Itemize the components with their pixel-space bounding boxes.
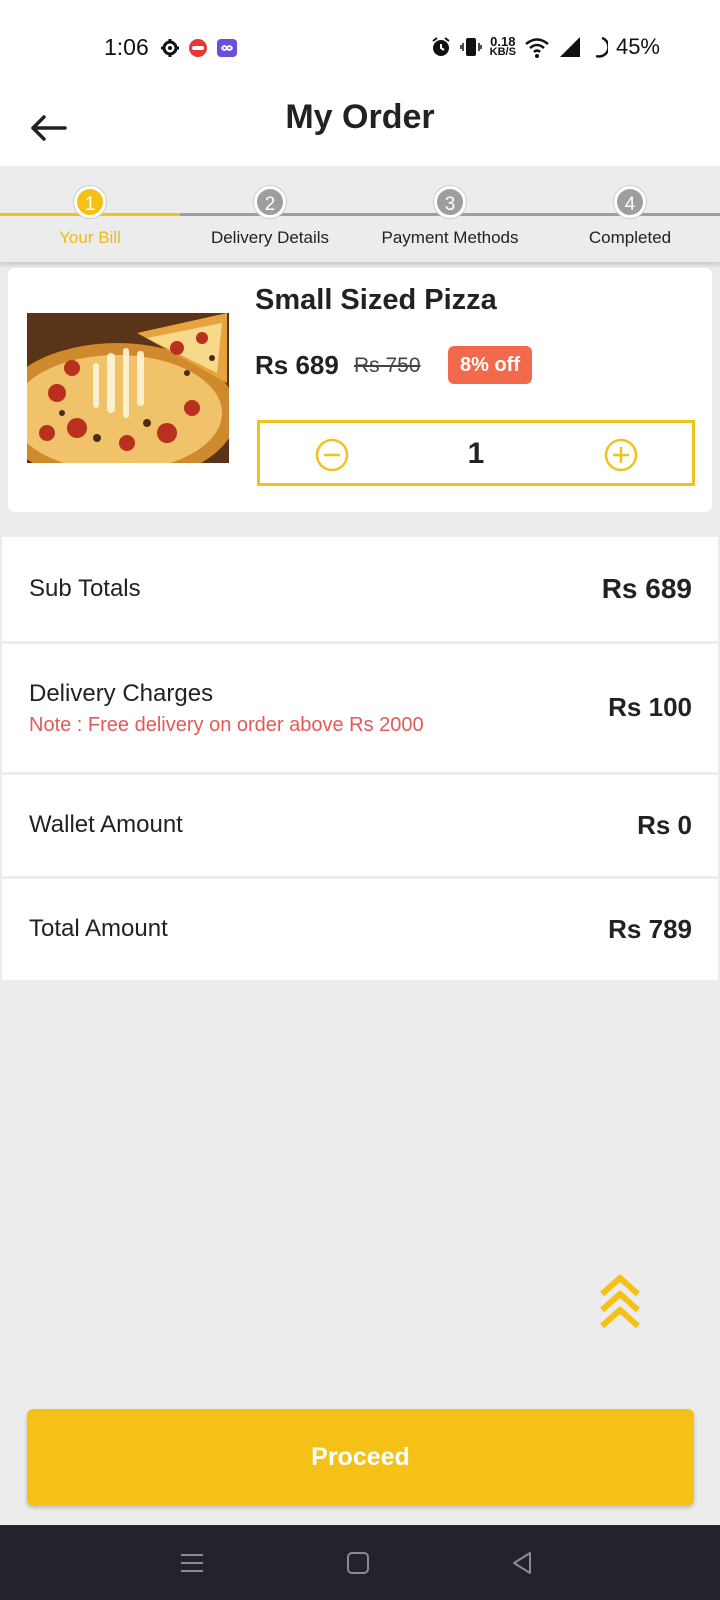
menu-icon[interactable] (178, 1549, 206, 1577)
jazz-app-icon (189, 39, 207, 57)
product-price: Rs 689 (255, 350, 339, 380)
delivery-charges-row: Delivery Charges Note : Free delivery on… (2, 644, 718, 772)
step-number: 4 (614, 186, 646, 218)
net-speed-unit: KB/S (489, 46, 516, 58)
app-notification-icon (217, 39, 237, 57)
step-label: Payment Methods (381, 228, 519, 247)
step-your-bill[interactable]: 1 Your Bill (0, 186, 180, 248)
network-speed: 0.18 KB/S (489, 35, 516, 58)
total-amount-value: Rs 789 (608, 914, 692, 944)
proceed-button[interactable]: Proceed (27, 1409, 694, 1505)
product-card: Small Sized Pizza Rs 689 Rs 750 8% off 1 (8, 268, 712, 512)
wallet-amount-row: Wallet Amount Rs 0 (2, 775, 718, 876)
status-right-icons: 0.18 KB/S 45% (430, 34, 660, 60)
battery-icon (595, 36, 608, 58)
quantity-stepper: 1 (257, 420, 695, 486)
free-delivery-note: Note : Free delivery on order above Rs 2… (29, 714, 424, 736)
step-label: Delivery Details (210, 228, 330, 247)
product-name: Small Sized Pizza (255, 284, 497, 316)
product-image (27, 313, 229, 463)
step-payment-methods[interactable]: 3 Payment Methods (360, 186, 540, 248)
settings-gear-icon (161, 39, 179, 57)
home-icon[interactable] (344, 1549, 372, 1577)
step-number: 2 (254, 186, 286, 218)
step-delivery-details[interactable]: 2 Delivery Details (180, 186, 360, 248)
total-amount-row: Total Amount Rs 789 (2, 879, 718, 980)
page-title: My Order (285, 98, 435, 136)
app-header: My Order (0, 96, 720, 166)
order-stepper: 1 Your Bill 2 Delivery Details 3 Payment… (0, 166, 720, 262)
alarm-icon (432, 37, 450, 56)
sub-totals-row: Sub Totals Rs 689 (2, 537, 718, 641)
plus-circle-icon[interactable] (604, 438, 638, 472)
sub-totals-value: Rs 689 (601, 573, 692, 604)
status-bar: 1:06 0.18 KB/S 45% (0, 0, 720, 96)
status-time: 1:06 (104, 34, 149, 60)
discount-badge: 8% off (448, 346, 532, 384)
wallet-amount-label: Wallet Amount (29, 811, 183, 838)
total-amount-label: Total Amount (29, 915, 168, 942)
back-triangle-icon[interactable] (508, 1549, 536, 1577)
step-number: 3 (434, 186, 466, 218)
signal-icon (559, 37, 580, 57)
vibrate-icon (459, 38, 482, 56)
battery-percent: 45% (615, 34, 660, 59)
sub-totals-label: Sub Totals (29, 575, 141, 602)
wifi-icon (525, 38, 549, 58)
system-nav-bar (0, 1525, 720, 1600)
step-number: 1 (74, 186, 106, 218)
chevrons-up-icon[interactable] (598, 1274, 642, 1330)
step-label: Your Bill (59, 228, 121, 247)
wallet-amount-value: Rs 0 (637, 810, 692, 840)
product-old-price: Rs 750 (354, 354, 421, 377)
step-completed[interactable]: 4 Completed (540, 186, 720, 248)
pizza-image (27, 313, 229, 463)
step-label: Completed (588, 228, 672, 247)
delivery-charges-label: Delivery Charges (29, 680, 214, 707)
delivery-charges-value: Rs 100 (608, 692, 692, 722)
